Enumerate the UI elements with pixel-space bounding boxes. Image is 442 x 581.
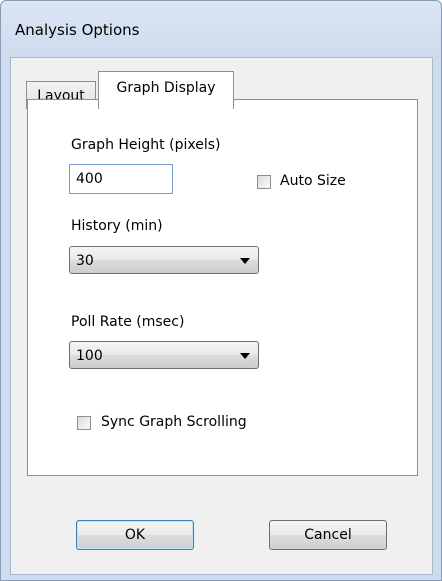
- poll-rate-label: Poll Rate (msec): [71, 314, 185, 330]
- tab-graph-display[interactable]: Graph Display: [98, 71, 234, 109]
- graph-height-input[interactable]: 400: [69, 164, 173, 194]
- sync-scrolling-checkbox[interactable]: [77, 416, 91, 430]
- poll-rate-select[interactable]: 100: [69, 341, 259, 369]
- history-select[interactable]: 30: [69, 246, 259, 274]
- ok-button[interactable]: OK: [76, 520, 194, 550]
- history-label: History (min): [71, 218, 163, 234]
- tab-label: Graph Display: [116, 80, 216, 96]
- cancel-button[interactable]: Cancel: [269, 520, 387, 550]
- window-title: Analysis Options: [15, 21, 140, 39]
- history-value: 30: [76, 253, 94, 269]
- title-bar[interactable]: Analysis Options: [1, 1, 441, 57]
- graph-height-label: Graph Height (pixels): [71, 137, 221, 153]
- auto-size-checkbox[interactable]: [257, 175, 271, 189]
- dialog-window: Analysis Options Layout Graph Display Gr…: [0, 0, 442, 581]
- auto-size-label[interactable]: Auto Size: [280, 173, 346, 189]
- chevron-down-icon: [240, 353, 250, 359]
- poll-rate-value: 100: [76, 348, 103, 364]
- chevron-down-icon: [240, 258, 250, 264]
- sync-scrolling-label[interactable]: Sync Graph Scrolling: [101, 414, 247, 430]
